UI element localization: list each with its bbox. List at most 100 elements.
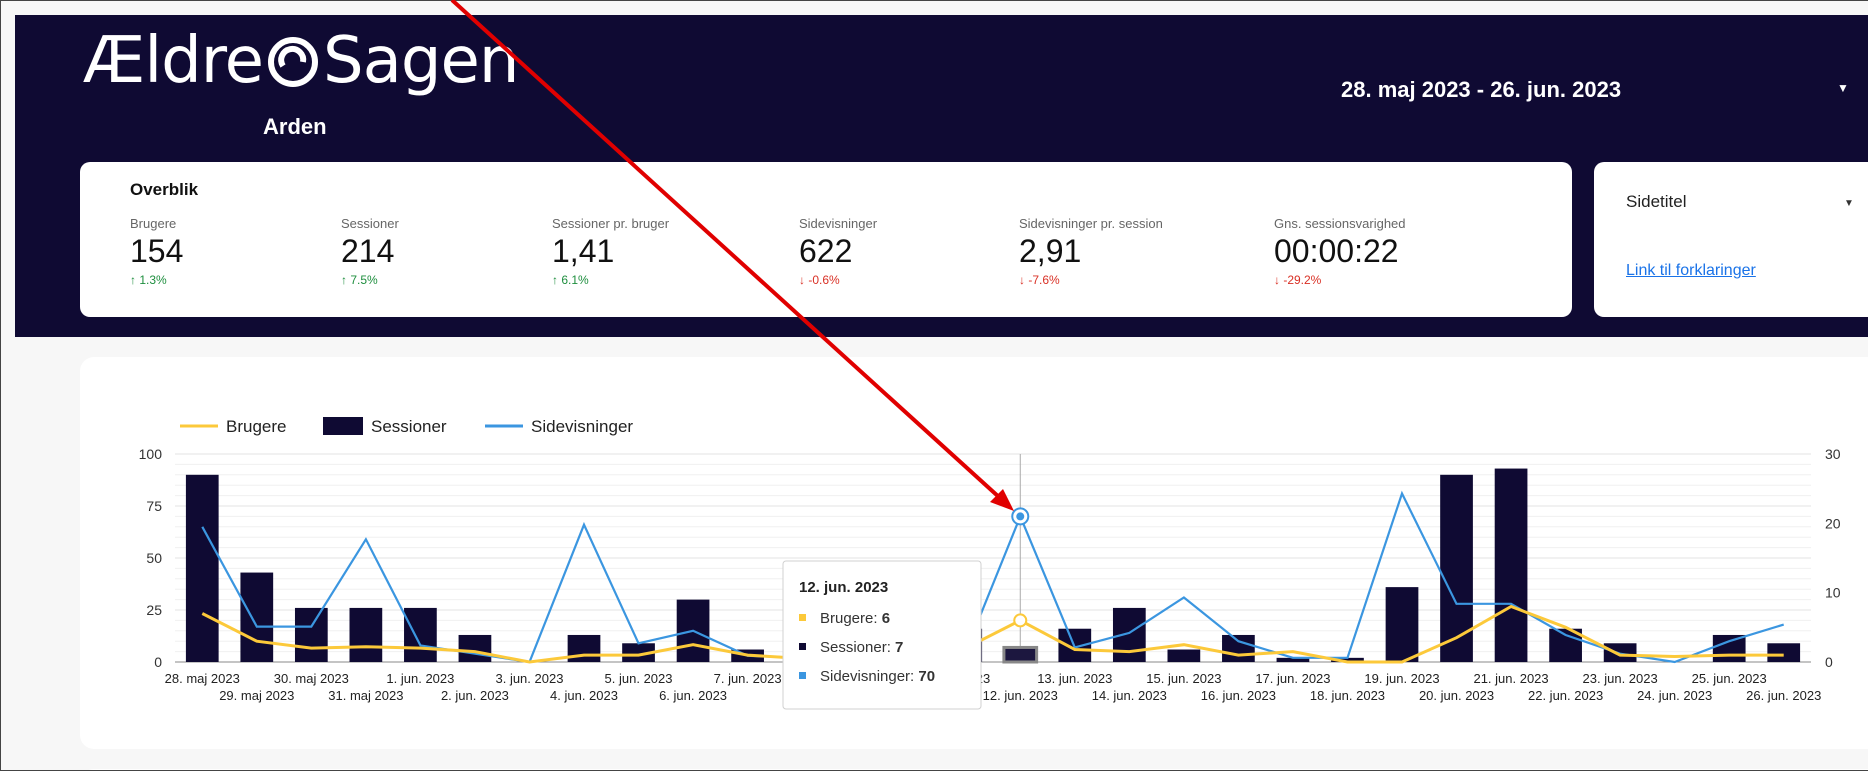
logo-text-right: Sagen <box>323 24 519 98</box>
x-tick: 14. jun. 2023 <box>1092 688 1167 703</box>
x-tick: 31. maj 2023 <box>328 688 403 703</box>
y-tick-right: 0 <box>1825 654 1833 670</box>
brand-subtitle: Arden <box>263 114 327 139</box>
metric-value: 1,41 <box>552 233 615 269</box>
metric-5: Gns. sessionsvarighed 00:00:22 ↓ -29.2% <box>1274 216 1406 287</box>
metric-change: ↓ -7.6% <box>1019 273 1060 287</box>
bar-sessioner <box>240 572 274 662</box>
y-tick-right: 20 <box>1825 515 1841 531</box>
metric-label: Sidevisninger <box>799 216 878 231</box>
y-tick-left: 50 <box>146 550 162 566</box>
y-tick-right: 30 <box>1825 446 1841 462</box>
y-tick-right: 10 <box>1825 585 1841 601</box>
bar-sessioner <box>1002 645 1039 664</box>
x-tick: 22. jun. 2023 <box>1528 688 1603 703</box>
x-tick: 30. maj 2023 <box>274 671 349 686</box>
metric-value: 2,91 <box>1019 233 1082 269</box>
next-card <box>80 769 1868 770</box>
bar-sessioner <box>349 607 383 662</box>
metric-label: Gns. sessionsvarighed <box>1274 216 1406 231</box>
tooltip-swatch <box>799 614 806 621</box>
legend-swatch <box>323 417 363 435</box>
tooltip-value: 70 <box>918 668 935 685</box>
bar-sessioner <box>185 474 219 662</box>
logo-ring-icon <box>267 35 319 99</box>
x-tick: 23. jun. 2023 <box>1583 671 1658 686</box>
x-tick: 6. jun. 2023 <box>659 688 727 703</box>
metric-value: 00:00:22 <box>1274 233 1399 269</box>
y-tick-left: 100 <box>139 446 163 462</box>
legend-label: Sidevisninger <box>531 417 633 436</box>
chevron-down-icon[interactable]: ▼ <box>1844 198 1854 209</box>
metric-change: ↓ -29.2% <box>1274 273 1322 287</box>
x-tick: 12. jun. 2023 <box>983 688 1058 703</box>
bar-sessioner <box>1767 643 1801 662</box>
tooltip-swatch <box>799 672 806 679</box>
metric-value: 214 <box>341 233 395 269</box>
bar-sessioner <box>1440 474 1473 662</box>
x-tick: 7. jun. 2023 <box>714 671 782 686</box>
timeseries-chart[interactable]: Brugere Sessioner Sidevisninger 0 25 50 75 100 0… <box>80 357 1868 749</box>
dashboard-frame: Ældre Sagen Arden 28. maj 2023 - 26. jun.… <box>0 0 1868 771</box>
line-sidevisninger <box>201 490 1785 664</box>
tooltip-title: 12. jun. 2023 <box>799 579 888 596</box>
hover-marker-brugere <box>1013 613 1028 628</box>
x-tick: 5. jun. 2023 <box>605 671 673 686</box>
date-range-dropdown-icon[interactable]: ▼ <box>1837 81 1849 95</box>
bar-sessioner <box>1712 634 1746 662</box>
explanations-link[interactable]: Link til forklaringer <box>1626 262 1756 280</box>
x-tick: 21. jun. 2023 <box>1473 671 1548 686</box>
x-tick: 24. jun. 2023 <box>1637 688 1712 703</box>
x-tick: 25. jun. 2023 <box>1692 671 1767 686</box>
bar-sessioner <box>458 634 492 662</box>
tooltip-item: Brugere: 6 <box>820 610 890 627</box>
page-title-dropdown[interactable]: Sidetitel <box>1626 192 1686 212</box>
side-panel: Sidetitel ▼ Link til forklaringer <box>1594 162 1868 317</box>
x-tick: 1. jun. 2023 <box>386 671 454 686</box>
metric-change: ↑ 7.5% <box>341 273 378 287</box>
hover-marker-dot <box>1016 512 1025 521</box>
tooltip-item: Sessioner: 7 <box>820 639 903 656</box>
metric-label: Sidevisninger pr. session <box>1019 216 1163 231</box>
tooltip-value: 6 <box>882 610 890 627</box>
metric-change: ↑ 6.1% <box>552 273 589 287</box>
metric-0: Brugere 154 ↑ 1.3% <box>130 216 183 287</box>
bar-sessioner <box>1222 634 1255 662</box>
x-tick: 4. jun. 2023 <box>550 688 618 703</box>
x-tick: 29. maj 2023 <box>219 688 294 703</box>
x-tick: 28. maj 2023 <box>165 671 240 686</box>
date-range-picker[interactable]: 28. maj 2023 - 26. jun. 2023 <box>1341 77 1621 103</box>
x-tick: 20. jun. 2023 <box>1419 688 1494 703</box>
brand-logo: Ældre Sagen <box>83 29 519 99</box>
x-tick: 18. jun. 2023 <box>1310 688 1385 703</box>
x-tick: 2. jun. 2023 <box>441 688 509 703</box>
metric-1: Sessioner 214 ↑ 7.5% <box>341 216 399 287</box>
line-brugere <box>201 604 1784 664</box>
metric-label: Sessioner <box>341 216 399 231</box>
metric-change: ↓ -0.6% <box>799 273 840 287</box>
bar-sessioner <box>404 607 437 662</box>
tooltip-item: Sidevisninger: 70 <box>820 668 935 685</box>
x-tick: 17. jun. 2023 <box>1255 671 1330 686</box>
metric-value: 622 <box>799 233 853 269</box>
x-tick: 26. jun. 2023 <box>1746 688 1821 703</box>
bar-sessioner <box>1167 649 1201 662</box>
bar-sessioner <box>1385 587 1419 662</box>
metric-value: 154 <box>130 233 184 269</box>
bar-sessioner <box>1494 468 1528 662</box>
x-tick: 3. jun. 2023 <box>495 671 563 686</box>
y-tick-left: 75 <box>146 498 162 514</box>
y-tick-left: 25 <box>146 602 162 618</box>
overview-card: Overblik Brugere 154 ↑ 1.3% Sessioner 214 ↑ 7… <box>80 162 1572 317</box>
legend-label: Brugere <box>226 417 286 436</box>
x-tick: 19. jun. 2023 <box>1364 671 1439 686</box>
metric-4: Sidevisninger pr. session 2,91 ↓ -7.6% <box>1019 216 1163 287</box>
y-tick-left: 0 <box>154 654 162 670</box>
metric-label: Sessioner pr. bruger <box>552 216 670 231</box>
metric-change: ↑ 1.3% <box>130 273 167 287</box>
tooltip-value: 7 <box>895 639 903 656</box>
x-tick: 15. jun. 2023 <box>1146 671 1221 686</box>
bar-sessioner <box>294 607 328 662</box>
legend-label: Sessioner <box>371 417 447 436</box>
x-tick: 13. jun. 2023 <box>1037 671 1112 686</box>
